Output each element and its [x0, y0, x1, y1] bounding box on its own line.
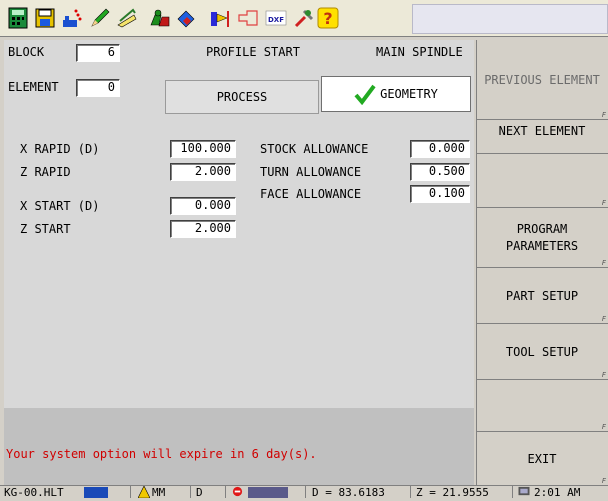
part-setup-button[interactable]: PART SETUP F [476, 268, 608, 324]
save-disk-icon[interactable] [33, 6, 57, 30]
program-parameters-button[interactable]: PROGRAM PARAMETERS F [476, 208, 608, 268]
tab-geometry-label: GEOMETRY [380, 87, 438, 101]
dxf-icon[interactable]: DXF [264, 6, 288, 30]
status-z-readout: Z = 21.9555 [416, 486, 489, 499]
x-start-label: X START (D) [20, 199, 100, 213]
status-mode: D [196, 486, 203, 499]
profile-start-title: PROFILE START [206, 45, 300, 59]
exit-button[interactable]: EXIT F [476, 432, 608, 486]
tab-process-label: PROCESS [216, 90, 268, 104]
z-start-label: Z START [20, 222, 71, 236]
warning-icon [137, 485, 151, 499]
softkey-marker: F [601, 315, 606, 323]
status-divider [130, 486, 131, 498]
z-rapid-field[interactable]: 2.000 [170, 163, 236, 181]
check-icon [354, 84, 376, 105]
z-start-field[interactable]: 2.000 [170, 220, 236, 238]
expiry-message: Your system option will expire in 6 day(… [6, 447, 317, 461]
profile-outline-icon[interactable] [236, 6, 260, 30]
program-parameters-label: PROGRAM PARAMETERS [505, 221, 579, 253]
previous-element-label: PREVIOUS ELEMENT [484, 72, 600, 87]
keyboard-icon [248, 487, 288, 498]
previous-element-button[interactable]: PREVIOUS ELEMENT F [476, 40, 608, 120]
x-start-field[interactable]: 0.000 [170, 197, 236, 215]
status-divider [512, 486, 513, 498]
calculator-icon[interactable] [6, 6, 30, 30]
status-divider [190, 486, 191, 498]
stock-allowance-field[interactable]: 0.000 [410, 140, 470, 158]
tool-setup-button[interactable]: TOOL SETUP F [476, 324, 608, 380]
turn-allowance-label: TURN ALLOWANCE [260, 165, 362, 179]
turn-allowance-field[interactable]: 0.500 [410, 163, 470, 181]
help-icon[interactable]: ? [316, 6, 340, 30]
next-element-button[interactable]: NEXT ELEMENT [476, 120, 608, 154]
softkey-marker: F [601, 477, 606, 485]
stop-icon [232, 486, 243, 499]
status-d-readout: D = 83.6183 [312, 486, 385, 499]
status-divider [410, 486, 411, 498]
softkey-marker: F [601, 111, 606, 119]
part-setup-label: PART SETUP [505, 288, 579, 303]
status-units: MM [152, 486, 166, 499]
tools-icon[interactable] [292, 6, 316, 30]
blank-softkey-2[interactable]: F [476, 380, 608, 432]
keyboard-icon [84, 487, 108, 498]
stock-allowance-label: STOCK ALLOWANCE [260, 142, 369, 156]
toolbar-filler [412, 4, 608, 34]
tab-geometry[interactable]: GEOMETRY [321, 76, 471, 112]
softkey-marker: F [601, 371, 606, 379]
block-label: BLOCK [8, 45, 45, 59]
arrow-block-icon[interactable] [208, 6, 232, 30]
clock-icon [518, 486, 530, 499]
softkey-marker: F [601, 423, 606, 431]
status-filename: KG-00.HLT [4, 486, 64, 499]
face-allowance-field[interactable]: 0.100 [410, 185, 470, 203]
tab-process[interactable]: PROCESS [165, 80, 319, 114]
x-rapid-label: X RAPID (D) [20, 142, 100, 156]
dxf-label: DXF [268, 16, 284, 24]
face-allowance-label: FACE ALLOWANCE [260, 187, 362, 201]
status-divider [305, 486, 306, 498]
paint-bucket-icon[interactable] [174, 6, 198, 30]
tool-setup-label: TOOL SETUP [505, 344, 579, 359]
z-rapid-label: Z RAPID [20, 165, 71, 179]
svg-text:?: ? [323, 9, 332, 28]
status-time: 2:01 AM [534, 486, 581, 499]
exit-label: EXIT [527, 451, 557, 466]
tool-dots-icon[interactable] [60, 6, 84, 30]
blank-softkey-1[interactable]: F [476, 154, 608, 208]
pencil-icon[interactable] [88, 6, 112, 30]
status-divider [225, 486, 226, 498]
x-rapid-field[interactable]: 100.000 [170, 140, 236, 158]
main-spindle-label: MAIN SPINDLE [376, 45, 463, 59]
softkey-marker: F [601, 199, 606, 207]
next-element-label: NEXT ELEMENT [498, 124, 586, 138]
chess-pieces-icon[interactable] [148, 6, 172, 30]
draw-icon[interactable] [115, 6, 139, 30]
softkey-marker: F [601, 259, 606, 267]
element-label: ELEMENT [8, 80, 59, 94]
block-value[interactable]: 6 [76, 44, 120, 62]
element-value[interactable]: 0 [76, 79, 120, 97]
